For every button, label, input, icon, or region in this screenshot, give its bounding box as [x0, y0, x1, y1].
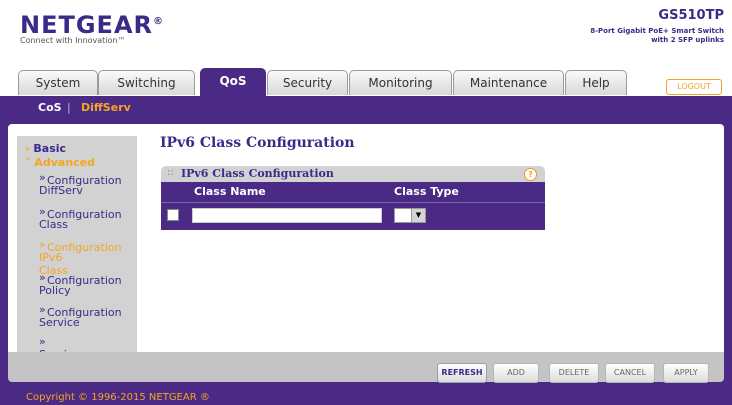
add-button[interactable]: ADD	[493, 363, 539, 383]
panel-title: IPv6 Class Configuration	[181, 167, 334, 180]
model-name: GS510TP	[658, 8, 724, 23]
subnav-diffserv[interactable]: DiffServ	[81, 96, 131, 120]
header: NETGEAR® Connect with Innovation™ GS510T…	[0, 0, 732, 62]
chevron-down-icon: ˅	[25, 156, 31, 169]
chevron-down-icon: ▼	[411, 209, 425, 222]
tab-system[interactable]: System	[18, 70, 98, 95]
page-title: IPv6 Class Configuration	[160, 135, 355, 151]
refresh-button[interactable]: REFRESH	[437, 363, 487, 383]
tab-maintenance[interactable]: Maintenance	[453, 70, 564, 95]
tab-help[interactable]: Help	[565, 70, 627, 95]
model-description: 8-Port Gigabit PoE+ Smart Switch with 2 …	[590, 27, 724, 44]
copyright-text: Copyright © 1996-2015 NETGEAR ®	[26, 392, 210, 403]
netgear-logo: NETGEAR®	[20, 11, 164, 39]
sub-navigation: CoS | DiffServ	[0, 96, 732, 120]
tagline: Connect with Innovation™	[20, 36, 126, 45]
sidebar: › Basic ˅ Advanced » DiffServ Configurati…	[17, 136, 137, 374]
header-divider	[161, 202, 545, 203]
main-tabs: System Switching QoS Security Monitoring…	[0, 62, 732, 96]
tab-qos[interactable]: QoS	[200, 68, 266, 96]
sidebar-basic[interactable]: › Basic	[25, 142, 66, 155]
apply-button[interactable]: APPLY	[663, 363, 709, 383]
class-type-select[interactable]: ▼	[394, 208, 426, 223]
tab-switching[interactable]: Switching	[98, 70, 195, 95]
drag-handle-icon: ::	[167, 167, 174, 178]
sidebar-advanced[interactable]: ˅ Advanced	[25, 156, 95, 169]
tab-security[interactable]: Security	[267, 70, 348, 95]
subnav-cos[interactable]: CoS	[38, 96, 62, 120]
help-icon[interactable]: ?	[524, 168, 537, 181]
chevron-right-icon: ›	[25, 142, 30, 155]
row-select-checkbox[interactable]	[167, 209, 179, 221]
panel-header: :: IPv6 Class Configuration ?	[161, 166, 545, 182]
tab-monitoring[interactable]: Monitoring	[349, 70, 452, 95]
logout-button[interactable]: LOGOUT	[666, 79, 722, 95]
class-table: Class Name Class Type ▼	[161, 182, 545, 230]
copyright-bar: Copyright © 1996-2015 NETGEAR ®	[0, 390, 732, 405]
column-header-class-type: Class Type	[394, 185, 459, 198]
column-header-class-name: Class Name	[194, 185, 266, 198]
subnav-separator: |	[67, 101, 71, 114]
delete-button[interactable]: DELETE	[549, 363, 599, 383]
cancel-button[interactable]: CANCEL	[605, 363, 655, 383]
class-name-input[interactable]	[192, 208, 382, 223]
